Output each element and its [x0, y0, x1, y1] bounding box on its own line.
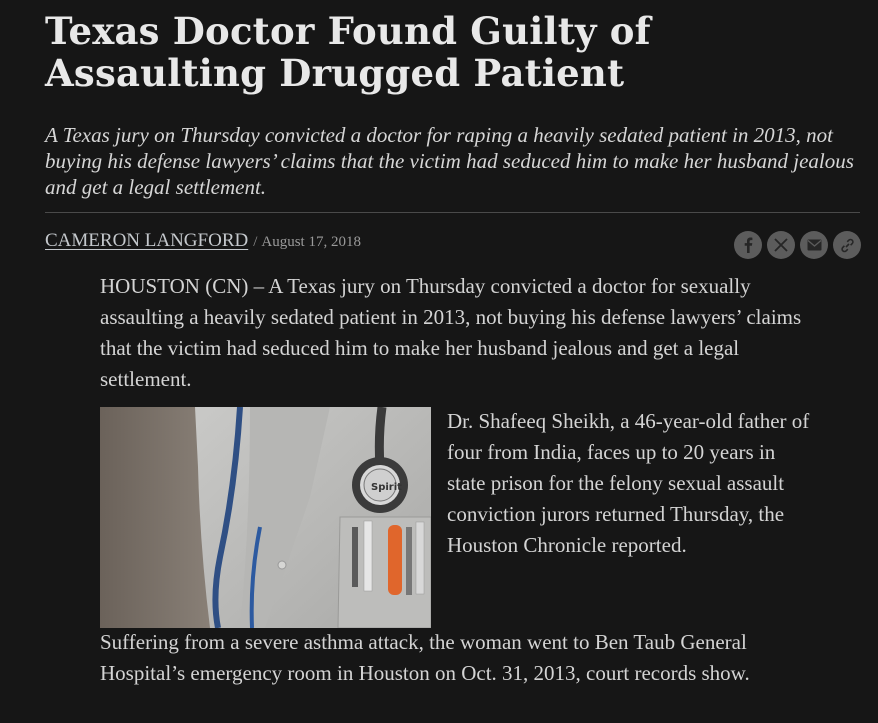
article-paragraph: Dr. Shafeeq Sheikh, a 46-year-old father…	[447, 409, 810, 557]
header-divider	[45, 212, 860, 213]
article-headline: Texas Doctor Found Guilty of Assaulting …	[45, 9, 651, 95]
link-icon	[840, 238, 854, 252]
share-email-button[interactable]	[800, 231, 828, 259]
byline: CAMERON LANGFORD / August 17, 2018	[45, 230, 361, 256]
x-icon	[774, 238, 788, 252]
article-photo: Spirit	[100, 407, 431, 628]
facebook-icon	[744, 237, 753, 253]
share-link-button[interactable]	[833, 231, 861, 259]
article-paragraph: HOUSTON (CN) – A Texas jury on Thursday …	[100, 274, 802, 391]
stethoscope-brand-text: Spirit	[371, 482, 402, 493]
article-paragraph: Suffering from a severe asthma attack, t…	[100, 630, 750, 685]
article-dek: A Texas jury on Thursday convicted a doc…	[45, 123, 854, 199]
doctor-coat-photo: Spirit	[100, 407, 431, 628]
publish-date: August 17, 2018	[261, 234, 361, 250]
share-facebook-button[interactable]	[734, 231, 762, 259]
article: Texas Doctor Found Guilty of Assaulting …	[0, 0, 878, 723]
share-buttons	[734, 231, 861, 259]
author-link[interactable]: CAMERON LANGFORD	[45, 230, 248, 252]
share-x-button[interactable]	[767, 231, 795, 259]
email-icon	[807, 239, 821, 251]
byline-separator: /	[253, 234, 258, 250]
